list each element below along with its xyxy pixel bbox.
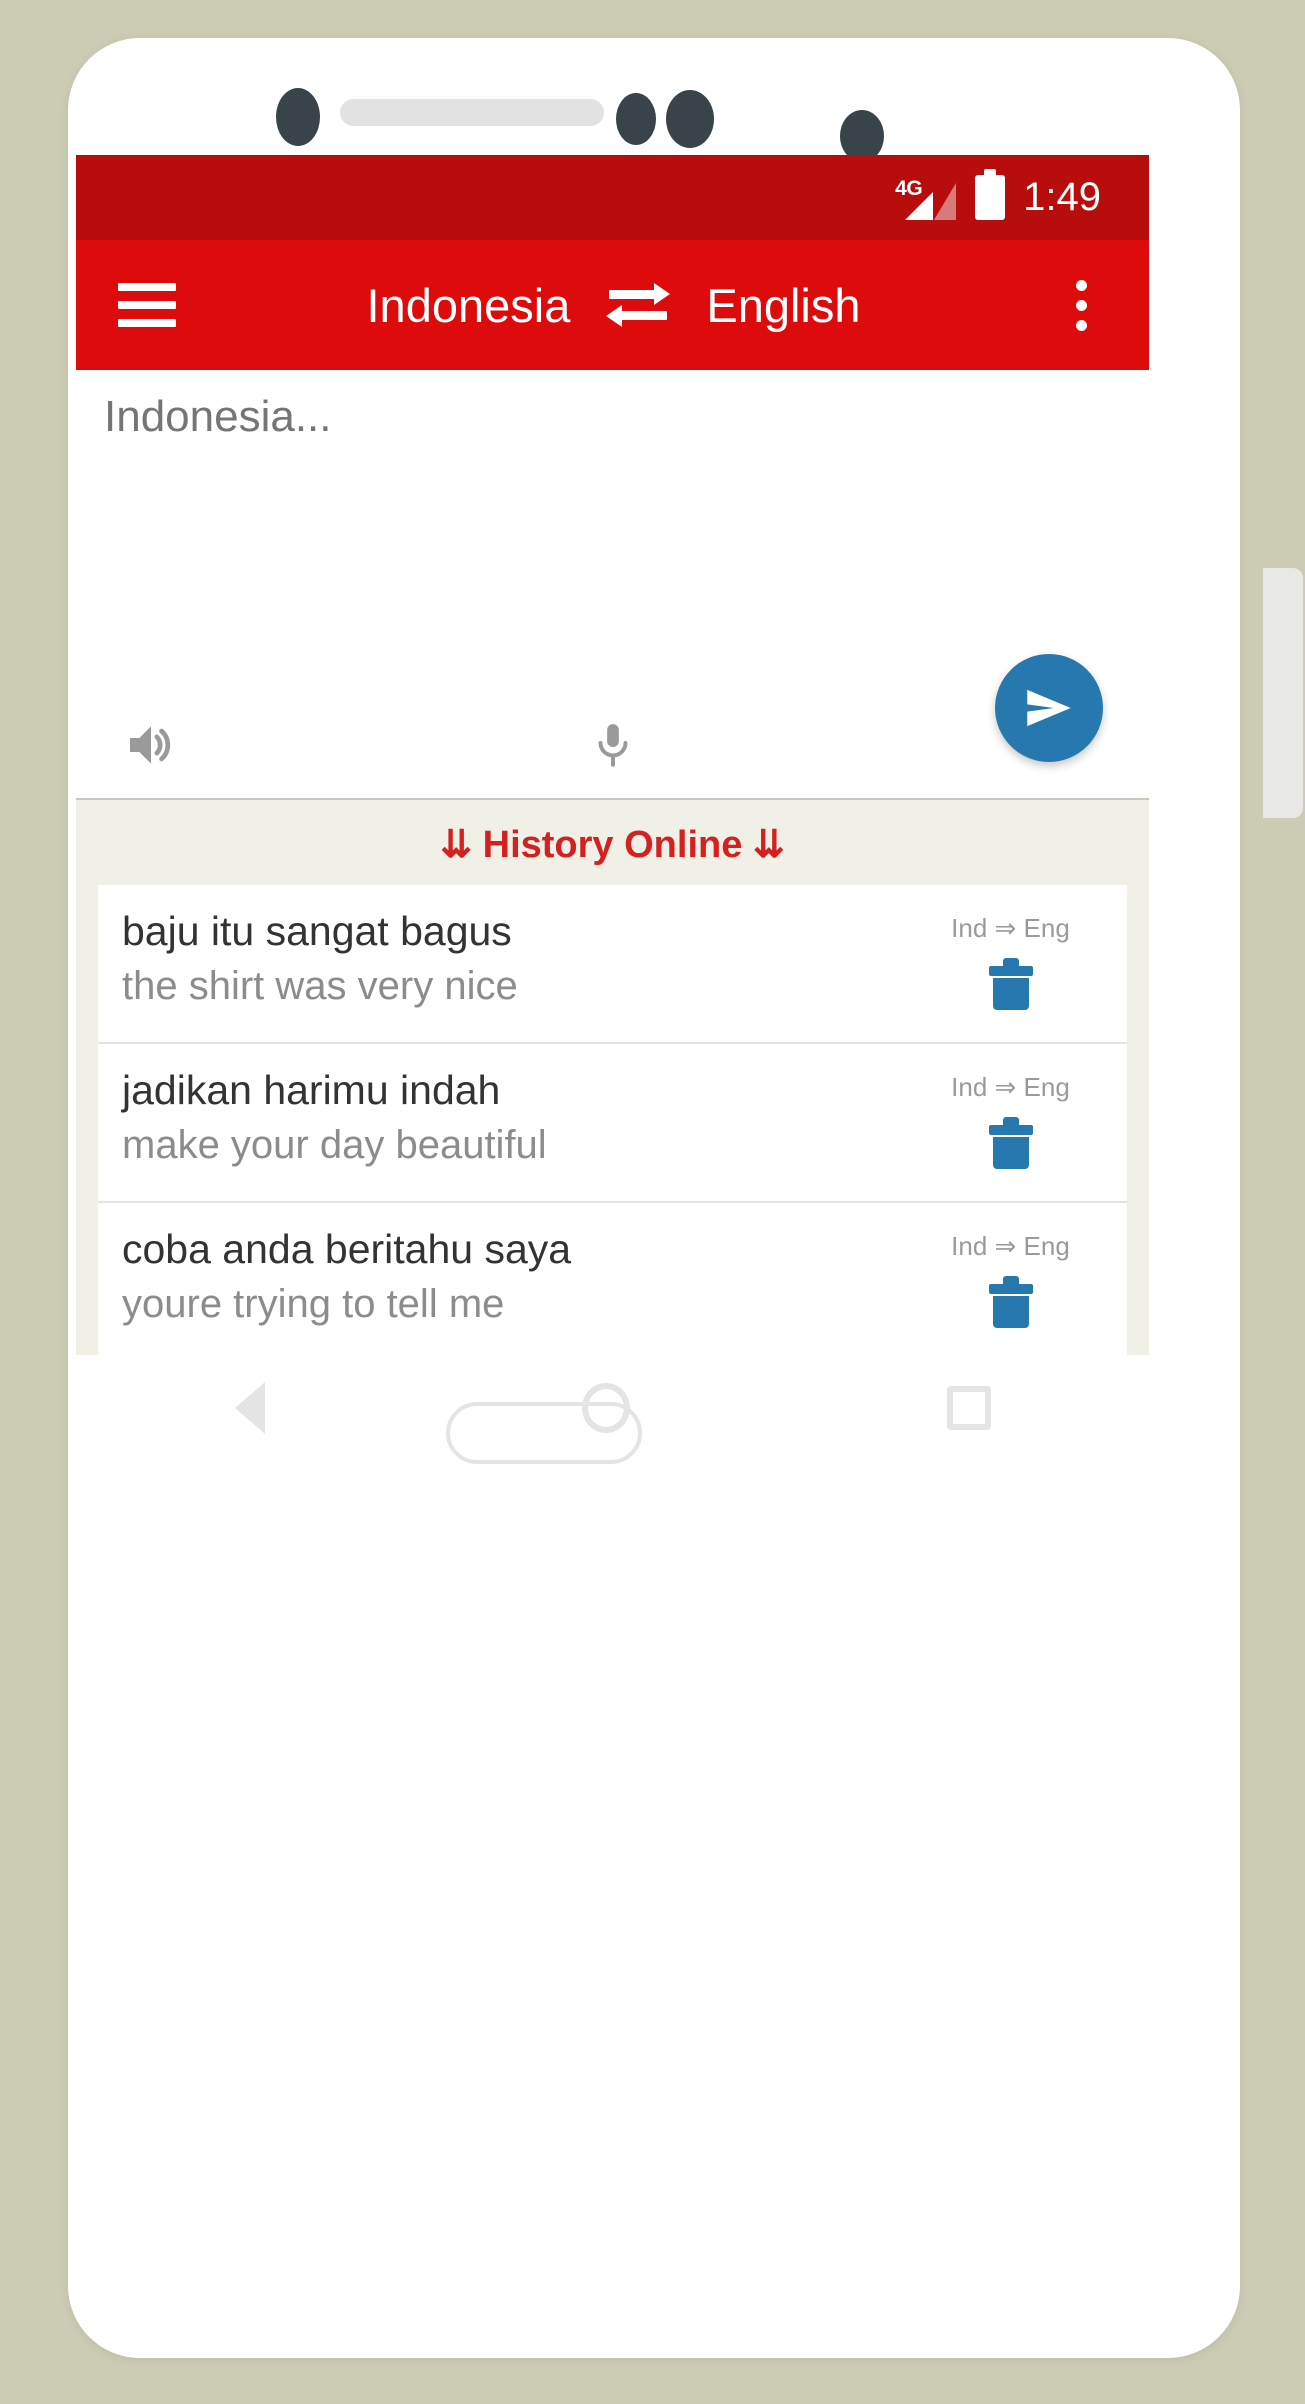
signal-icon: 4G xyxy=(895,176,957,220)
hamburger-menu-icon[interactable] xyxy=(118,283,176,327)
history-item-texts: baju itu sangat bagus the shirt was very… xyxy=(122,908,918,1010)
history-panel: ⇊ History Online ⇊ baju itu sangat bagus… xyxy=(76,800,1149,1355)
send-icon[interactable] xyxy=(995,654,1103,762)
source-text-input[interactable] xyxy=(104,392,1124,442)
history-source-text: coba anda beritahu saya xyxy=(122,1226,572,1272)
sensor-dot-2 xyxy=(616,93,656,145)
history-item[interactable]: coba anda beritahu saya youre trying to … xyxy=(98,1203,1127,1355)
history-target-text: youre trying to tell me xyxy=(122,1281,505,1326)
front-camera-lens xyxy=(666,90,714,148)
physical-home-button[interactable] xyxy=(446,1402,642,1464)
battery-icon xyxy=(975,169,1006,220)
speaker-icon[interactable] xyxy=(76,717,226,773)
history-item-meta: Ind ⇒ Eng xyxy=(918,1068,1103,1169)
history-source-text: jadikan harimu indah xyxy=(122,1067,501,1113)
sensor-dot-1 xyxy=(276,88,320,146)
swap-languages-icon[interactable] xyxy=(606,281,671,329)
phone-frame: 4G 1:49 Indonesia English Indonesia... ⇊… xyxy=(68,38,1303,2358)
history-direction-label: Ind ⇒ Eng xyxy=(951,1231,1070,1261)
history-header: ⇊ History Online ⇊ xyxy=(440,824,785,866)
history-item-meta: Ind ⇒ Eng xyxy=(918,909,1103,1010)
history-source-text: baju itu sangat bagus xyxy=(122,908,512,954)
overflow-menu-icon[interactable] xyxy=(1051,279,1111,331)
history-target-text: make your day beautiful xyxy=(122,1122,547,1167)
microphone-icon[interactable] xyxy=(226,714,999,776)
back-triangle-icon[interactable] xyxy=(234,1381,265,1434)
history-list: baju itu sangat bagus the shirt was very… xyxy=(98,885,1127,1355)
delete-history-icon[interactable] xyxy=(988,958,1033,1010)
history-item-meta: Ind ⇒ Eng xyxy=(918,1227,1103,1328)
delete-history-icon[interactable] xyxy=(988,1276,1033,1328)
history-item-texts: coba anda beritahu saya youre trying to … xyxy=(122,1226,918,1328)
side-button-right[interactable] xyxy=(1263,568,1303,818)
recents-square-icon[interactable] xyxy=(946,1385,991,1430)
language-selector-group: Indonesia English xyxy=(176,278,1051,333)
bezel-sensor-row xyxy=(68,88,1240,162)
status-clock: 1:49 xyxy=(1023,175,1101,219)
status-bar: 4G 1:49 xyxy=(76,155,1149,240)
signal-bars-empty xyxy=(934,182,957,220)
history-target-text: the shirt was very nice xyxy=(122,963,518,1008)
history-item-texts: jadikan harimu indah make your day beaut… xyxy=(122,1067,918,1169)
target-language-button[interactable]: English xyxy=(706,278,860,333)
phone-screen: 4G 1:49 Indonesia English Indonesia... ⇊… xyxy=(76,155,1149,1355)
signal-bars-filled xyxy=(905,191,934,220)
delete-history-icon[interactable] xyxy=(988,1117,1033,1169)
earpiece-speaker xyxy=(340,99,604,126)
history-direction-label: Ind ⇒ Eng xyxy=(951,913,1070,943)
input-action-row xyxy=(76,714,1149,776)
history-direction-label: Ind ⇒ Eng xyxy=(951,1072,1070,1102)
history-item[interactable]: baju itu sangat bagus the shirt was very… xyxy=(98,885,1127,1044)
app-toolbar: Indonesia English xyxy=(76,240,1149,370)
source-language-button[interactable]: Indonesia xyxy=(367,278,571,333)
history-item[interactable]: jadikan harimu indah make your day beaut… xyxy=(98,1044,1127,1203)
translation-input-card xyxy=(76,370,1149,800)
